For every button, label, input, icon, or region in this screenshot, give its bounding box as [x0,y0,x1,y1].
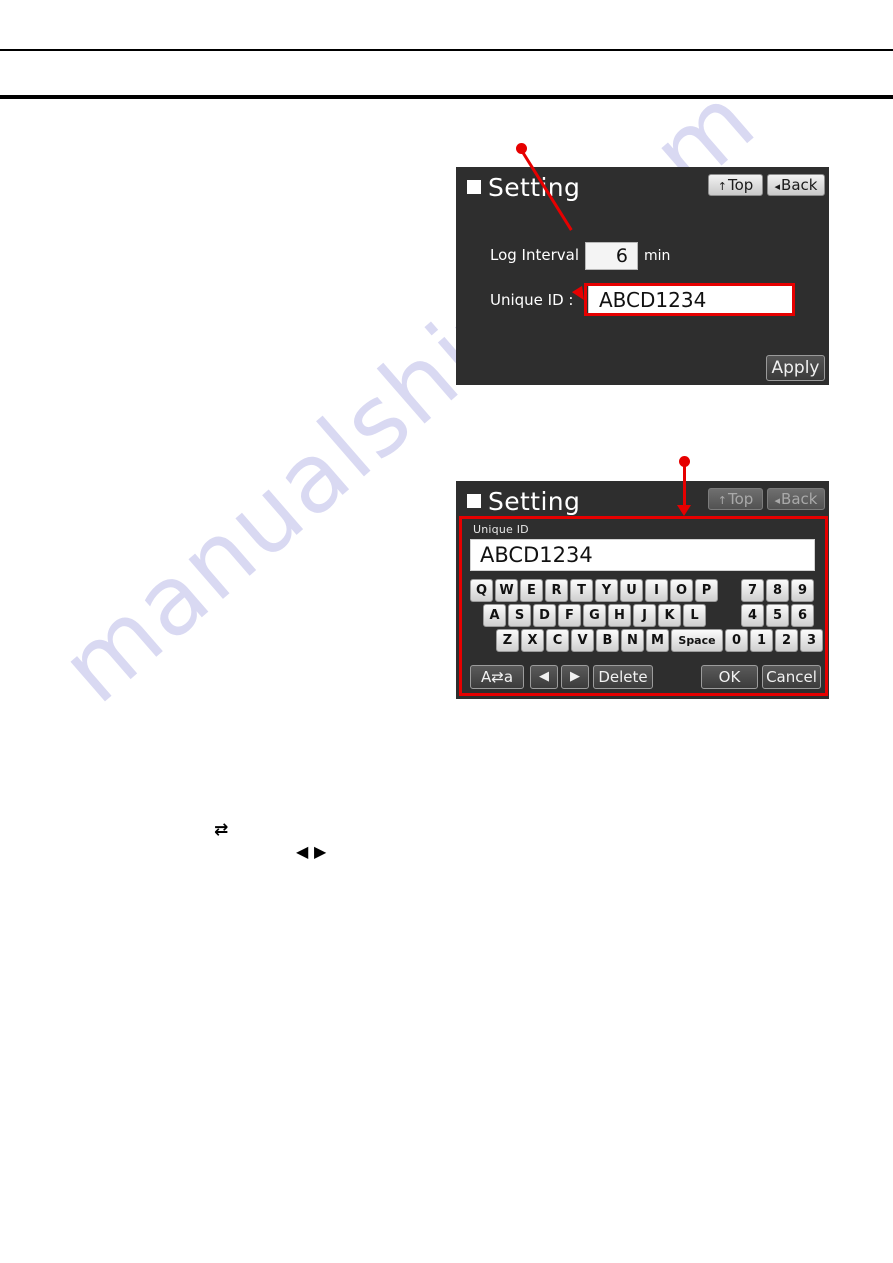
key-6[interactable]: 6 [791,604,814,627]
up-arrow-icon-2: ↑ [717,494,727,507]
callout-arrowhead-2 [677,505,691,516]
panel2-title: Setting [488,487,581,516]
key-F[interactable]: F [558,604,581,627]
key-C[interactable]: C [546,629,569,652]
unique-id-input[interactable]: ABCD1234 [588,285,794,315]
key-Z[interactable]: Z [496,629,519,652]
left-triangle-icon-2: ◂ [774,494,781,507]
top-button-disabled[interactable]: ↑Top [708,488,763,510]
top-button-label-2: Top [727,490,754,508]
top-button-label: Top [727,176,754,194]
key-W[interactable]: W [495,579,518,602]
key-J[interactable]: J [633,604,656,627]
case-toggle-button[interactable]: A⇄a [470,665,524,689]
log-interval-unit: min [644,248,671,264]
key-T[interactable]: T [570,579,593,602]
key-H[interactable]: H [608,604,631,627]
keyboard-field-label: Unique ID [473,523,529,536]
cursor-left-button[interactable]: ◀ [530,665,558,689]
key-9[interactable]: 9 [791,579,814,602]
back-button[interactable]: ◂Back [767,174,825,196]
key-E[interactable]: E [520,579,543,602]
key-0[interactable]: 0 [725,629,748,652]
callout-dot-1 [516,143,527,154]
key-5[interactable]: 5 [766,604,789,627]
key-B[interactable]: B [596,629,619,652]
key-4[interactable]: 4 [741,604,764,627]
header-rule-thick [0,95,893,99]
key-G[interactable]: G [583,604,606,627]
swap-arrows-icon: ⇄ [214,820,229,840]
key-I[interactable]: I [645,579,668,602]
log-interval-label: Log Interval : [490,246,589,264]
panel1-title: Setting [488,173,581,202]
panel1-titlebar: Setting ↑Top ◂Back [456,167,829,207]
up-arrow-icon: ↑ [717,180,727,193]
apply-button[interactable]: Apply [766,355,825,381]
key-K[interactable]: K [658,604,681,627]
key-2[interactable]: 2 [775,629,798,652]
top-button[interactable]: ↑Top [708,174,763,196]
title-square-icon-2 [467,494,481,508]
key-7[interactable]: 7 [741,579,764,602]
key-S[interactable]: S [508,604,531,627]
key-P[interactable]: P [695,579,718,602]
key-1[interactable]: 1 [750,629,773,652]
key-N[interactable]: N [621,629,644,652]
key-D[interactable]: D [533,604,556,627]
back-button-label-2: Back [781,490,818,508]
key-Y[interactable]: Y [595,579,618,602]
key-space[interactable]: Space [671,629,723,652]
delete-button[interactable]: Delete [593,665,653,689]
key-Q[interactable]: Q [470,579,493,602]
keyboard-screen-panel: Setting ↑Top ◂Back Unique ID ABCD1234 Q … [456,481,829,699]
ok-button[interactable]: OK [701,665,758,689]
key-O[interactable]: O [670,579,693,602]
key-A[interactable]: A [483,604,506,627]
callout-dot-2 [679,456,690,467]
cancel-button[interactable]: Cancel [762,665,821,689]
panel2-titlebar: Setting ↑Top ◂Back [456,481,829,521]
log-interval-input[interactable]: 6 [585,242,638,270]
callout-leader-line-2 [683,463,686,507]
key-8[interactable]: 8 [766,579,789,602]
back-button-label: Back [781,176,818,194]
left-triangle-body-icon: ◀ [296,842,309,861]
keyboard-text-input[interactable]: ABCD1234 [470,539,815,571]
header-rule-thin [0,49,893,51]
key-M[interactable]: M [646,629,669,652]
key-3[interactable]: 3 [800,629,823,652]
unique-id-label: Unique ID : [490,291,574,309]
back-button-disabled[interactable]: ◂Back [767,488,825,510]
key-U[interactable]: U [620,579,643,602]
left-triangle-icon: ◂ [774,180,781,193]
key-V[interactable]: V [571,629,594,652]
key-X[interactable]: X [521,629,544,652]
cursor-right-button[interactable]: ▶ [561,665,589,689]
setting-screen-panel: Setting ↑Top ◂Back Log Interval : 6 min … [456,167,829,385]
title-square-icon [467,180,481,194]
key-L[interactable]: L [683,604,706,627]
key-R[interactable]: R [545,579,568,602]
right-triangle-body-icon: ▶ [314,842,327,861]
